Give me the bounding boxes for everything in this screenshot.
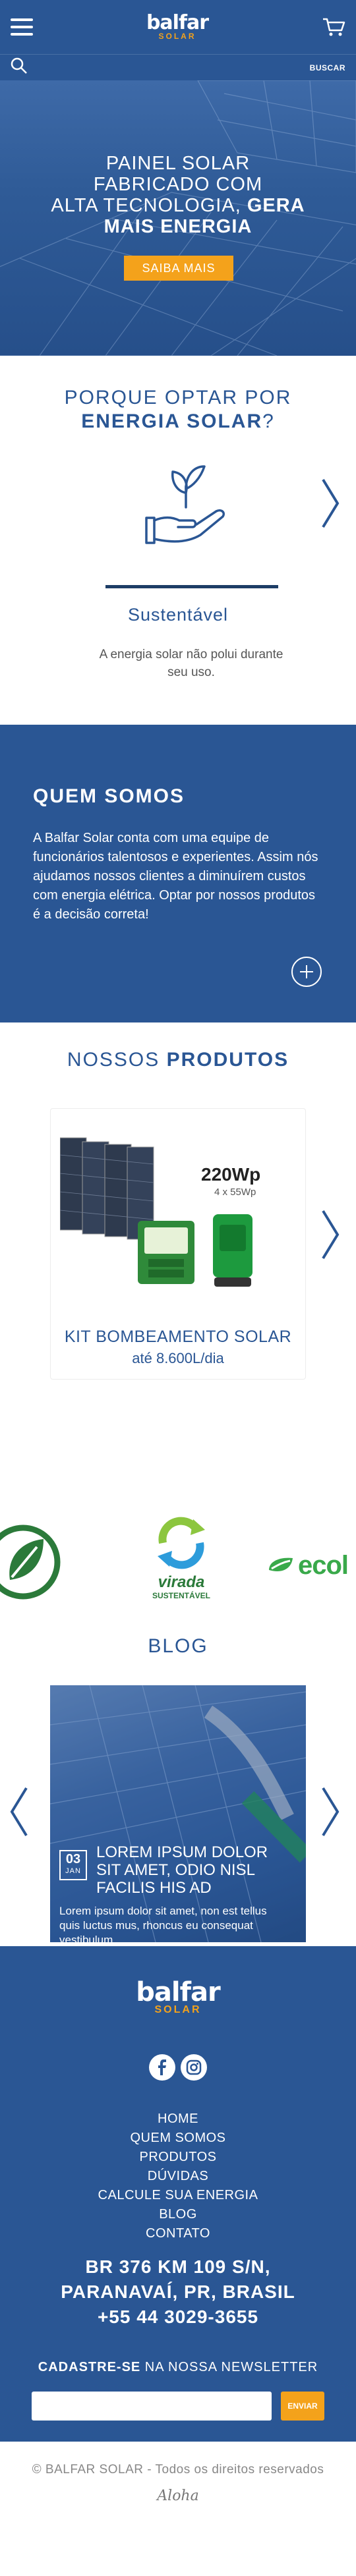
product-name[interactable]: KIT BOMBEAMENTO SOLAR — [51, 1328, 305, 1347]
hero-line-2: FABRICADO COM — [93, 174, 263, 195]
partner-ecol-logo[interactable]: ecol — [266, 1551, 349, 1581]
hero-line-1: PAINEL SOLAR — [105, 153, 251, 174]
product-power-detail: 4 x 55Wp — [214, 1187, 256, 1198]
hero-line-4: MAIS ENERGIA — [104, 216, 252, 237]
divider-line — [105, 585, 278, 588]
search-input[interactable] — [34, 62, 303, 73]
newsletter-form: ENVIAR — [32, 2392, 324, 2421]
about-text: A Balfar Solar conta com uma equipe de f… — [33, 831, 318, 922]
hero-headline: PAINEL SOLAR FABRICADO COM ALTA TECNOLOG… — [0, 153, 356, 237]
social-links — [0, 2054, 356, 2081]
partner-leaf-logo[interactable] — [0, 1519, 66, 1605]
top-header: balfar SOLAR — [0, 0, 356, 54]
search-icon[interactable] — [11, 57, 28, 78]
product-power: 220Wp — [201, 1164, 261, 1185]
instagram-icon[interactable] — [181, 2054, 207, 2081]
facebook-icon[interactable] — [149, 2054, 175, 2081]
post-day: 03 — [65, 1852, 81, 1866]
partner-virada-logo[interactable]: virada SUSTENTÁVEL — [140, 1515, 223, 1600]
prev-post-chevron-icon[interactable] — [9, 1787, 29, 1837]
why-solar-title: PORQUE OPTAR POR ENERGIA SOLAR? — [64, 387, 292, 432]
hero-line-3: ALTA TECNOLOGIA, GERA — [51, 195, 305, 216]
agency-signature[interactable]: Aloha — [0, 2488, 356, 2504]
footer-link-home[interactable]: HOME — [0, 2110, 356, 2129]
footer-logo[interactable]: balfar SOLAR — [0, 1979, 356, 2016]
footer-link-about[interactable]: QUEM SOMOS — [0, 2129, 356, 2148]
next-benefit-chevron-icon[interactable] — [320, 478, 340, 528]
phone-number[interactable]: +55 44 3029-3655 — [0, 2305, 356, 2330]
hero-banner: PAINEL SOLAR FABRICADO COM ALTA TECNOLOG… — [0, 80, 356, 356]
footer-nav: HOME QUEM SOMOS PRODUTOS DÚVIDAS CALCULE… — [0, 2110, 356, 2243]
product-card[interactable]: 220Wp 4 x 55Wp KIT BOMBEAMENTO SOLAR até… — [50, 1108, 306, 1380]
page: balfar SOLAR BUSCAR PAINEL SOLAR FABRICA… — [0, 0, 356, 2576]
blog-section: BLOG 03 JAN LOREM IPSUM DOLOR SIT AMET, … — [0, 1635, 356, 1946]
partners-section: virada SUSTENTÁVEL ecol — [0, 1438, 356, 1635]
benefit-description: A energia solar não polui durante seu us… — [99, 648, 283, 679]
newsletter-submit-button[interactable]: ENVIAR — [281, 2392, 324, 2421]
plus-icon — [300, 965, 313, 978]
blog-post-card[interactable]: 03 JAN LOREM IPSUM DOLOR SIT AMET, ODIO … — [50, 1685, 306, 1942]
expand-about-button[interactable] — [291, 957, 322, 987]
address-line-1: BR 376 KM 109 S/N, — [85, 2256, 271, 2277]
address-line-2: PARANAVAÍ, PR, BRASIL — [61, 2282, 295, 2302]
post-title[interactable]: LOREM IPSUM DOLOR SIT AMET, ODIO NISL FA… — [96, 1843, 294, 1897]
next-product-chevron-icon[interactable] — [320, 1210, 340, 1260]
benefit-name: Sustentável — [127, 605, 229, 625]
post-excerpt: Lorem ipsum dolor sit amet, non est tell… — [59, 1905, 267, 1942]
site-footer: balfar SOLAR HOME QUEM SOMOS PRODUTOS DÚ… — [0, 1946, 356, 2442]
partner-virada-name: virada — [158, 1573, 205, 1591]
footer-link-blog[interactable]: BLOG — [0, 2205, 356, 2224]
footer-link-calculator[interactable]: CALCULE SUA ENERGIA — [0, 2186, 356, 2205]
about-title: QUEM SOMOS — [33, 785, 185, 807]
plant-hand-icon — [145, 465, 225, 544]
bottom-bar: © BALFAR SOLAR - Todos os direitos reser… — [0, 2442, 356, 2576]
footer-logo-subtext: SOLAR — [154, 2004, 202, 2015]
partner-virada-tagline: SUSTENTÁVEL — [152, 1591, 210, 1600]
footer-link-contact[interactable]: CONTATO — [0, 2224, 356, 2243]
footer-logo-text: balfar — [136, 1977, 220, 2007]
products-title: NOSSOS PRODUTOS — [67, 1049, 289, 1071]
menu-icon[interactable] — [11, 18, 33, 36]
footer-link-products[interactable]: PRODUTOS — [0, 2148, 356, 2167]
product-detail: até 8.600L/dia — [132, 1350, 224, 1366]
why-solar-section: PORQUE OPTAR POR ENERGIA SOLAR? Sustentá… — [0, 356, 356, 725]
newsletter-email-input[interactable] — [32, 2392, 272, 2421]
copyright-text: © BALFAR SOLAR - Todos os direitos reser… — [32, 2463, 324, 2477]
about-section: QUEM SOMOS A Balfar Solar conta com uma … — [0, 725, 356, 1022]
logo-text: balfar — [146, 11, 209, 34]
search-button[interactable]: BUSCAR — [310, 63, 345, 72]
learn-more-button[interactable]: SAIBA MAIS — [124, 256, 233, 281]
blog-title: BLOG — [148, 1635, 208, 1657]
recycle-arrows-icon — [158, 1517, 205, 1569]
logo-subtext: SOLAR — [158, 32, 196, 41]
newsletter-label: CADASTRE-SE NA NOSSA NEWSLETTER — [38, 2360, 318, 2374]
products-section: NOSSOS PRODUTOS 220Wp 4 x 55Wp KIT BOMBE… — [0, 1022, 356, 1438]
post-month: JAN — [65, 1867, 81, 1875]
partner-ecol-name: ecol — [298, 1551, 349, 1580]
company-address: BR 376 KM 109 S/N, PARANAVAÍ, PR, BRASIL… — [0, 2254, 356, 2330]
post-date-badge: 03 JAN — [59, 1850, 87, 1880]
search-bar: BUSCAR — [0, 54, 356, 80]
footer-link-faq[interactable]: DÚVIDAS — [0, 2167, 356, 2186]
brand-logo[interactable]: balfar SOLAR — [146, 11, 209, 42]
water-pump-image — [213, 1214, 252, 1287]
next-post-chevron-icon[interactable] — [320, 1787, 340, 1837]
cart-icon[interactable] — [322, 17, 345, 37]
ecol-leaf-icon — [269, 1557, 293, 1571]
